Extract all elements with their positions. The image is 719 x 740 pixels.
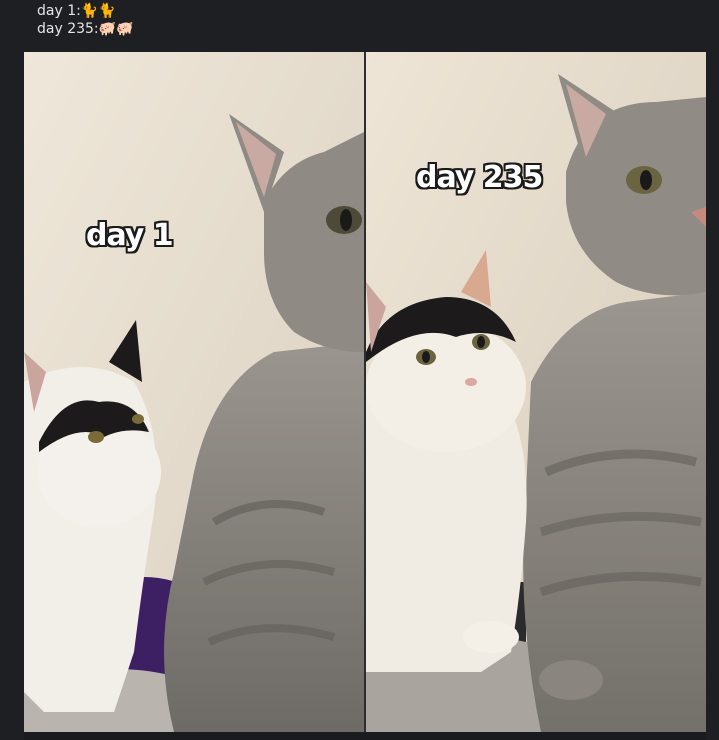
- cats-photo-day-1: [24, 52, 364, 732]
- caption-day-1: day 1: [86, 218, 174, 253]
- image-attachment[interactable]: day 1 day 235: [24, 52, 706, 732]
- photo-day-1: day 1: [24, 52, 364, 732]
- caption-day-235: day 235: [416, 160, 543, 195]
- message-line-2: day 235:🐖🐖: [37, 21, 134, 37]
- attachment-footer: [24, 732, 706, 740]
- photo-day-235: day 235: [366, 52, 706, 732]
- cats-photo-day-235: [366, 52, 706, 732]
- message-line-1: day 1:🐈🐈: [37, 3, 116, 19]
- message-text: day 1:🐈🐈 day 235:🐖🐖: [37, 2, 134, 38]
- chat-view: day 1:🐈🐈 day 235:🐖🐖 day 1 day 235: [0, 0, 719, 740]
